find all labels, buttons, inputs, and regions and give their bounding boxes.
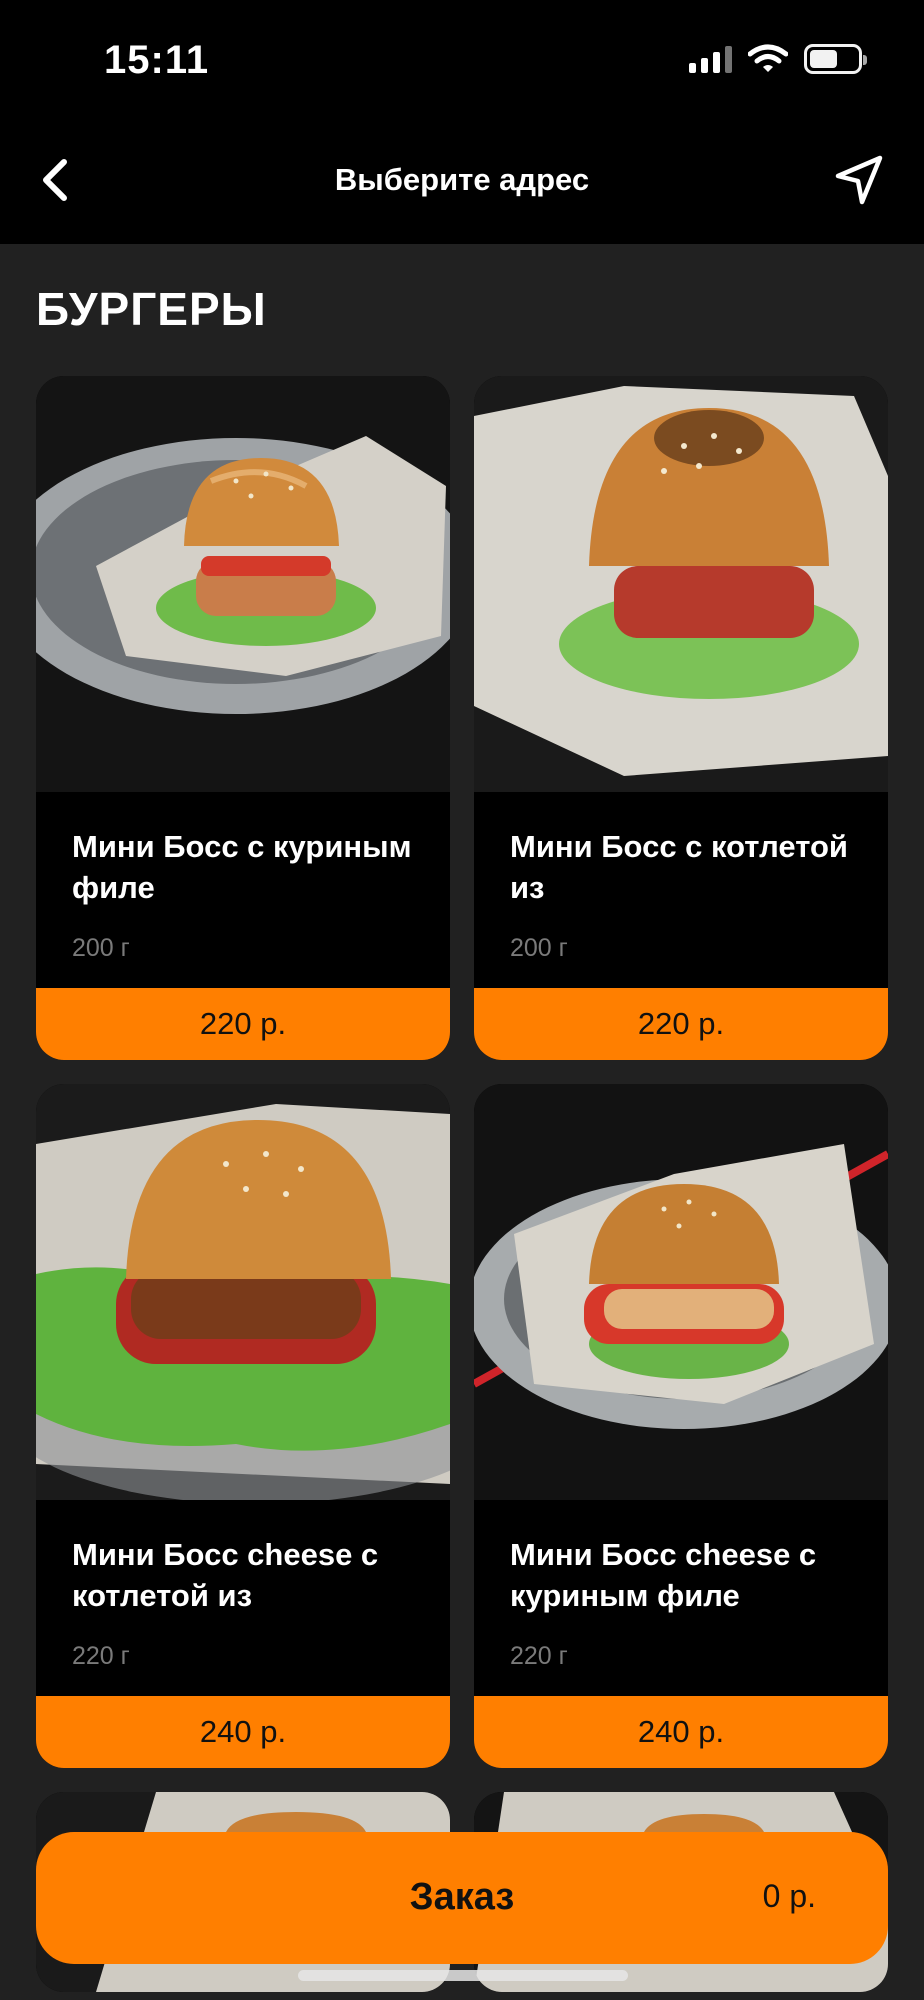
product-info: Мини Босс cheese с куриным филе 220 г	[474, 1500, 888, 1696]
product-price-button[interactable]: 220 р.	[474, 988, 888, 1060]
product-info: Мини Босс с куриным филе 200 г	[36, 792, 450, 988]
battery-icon	[804, 44, 867, 74]
product-card[interactable]: Мини Босс с куриным филе 200 г 220 р.	[36, 376, 450, 1060]
home-indicator	[298, 1970, 628, 1981]
location-arrow-icon[interactable]	[830, 150, 890, 210]
product-price-button[interactable]: 240 р.	[474, 1696, 888, 1768]
product-info: Мини Босс с котлетой из 200 г	[474, 792, 888, 988]
product-name: Мини Босс с куриным филе	[72, 829, 412, 905]
product-weight: 220 г	[72, 1642, 130, 1670]
order-label: Заказ	[409, 1876, 515, 1918]
category-title: БУРГЕРЫ	[36, 283, 267, 335]
product-price-button[interactable]: 240 р.	[36, 1696, 450, 1768]
product-photo	[36, 1084, 450, 1500]
product-weight: 220 г	[510, 1642, 568, 1670]
product-price-button[interactable]: 220 р.	[36, 988, 450, 1060]
product-photo	[474, 376, 888, 792]
product-photo	[36, 376, 450, 792]
product-weight: 200 г	[510, 934, 568, 962]
product-name: Мини Босс с котлетой из	[510, 829, 848, 905]
order-total: 0 р.	[762, 1878, 816, 1914]
status-icons	[689, 44, 867, 74]
product-card[interactable]: Мини Босс cheese с куриным филе 220 г 24…	[474, 1084, 888, 1768]
product-card[interactable]: Мини Босс с котлетой из 200 г 220 р.	[474, 376, 888, 1060]
product-info: Мини Босс cheese с котлетой из 220 г	[36, 1500, 450, 1696]
status-time: 15:11	[104, 38, 210, 82]
product-name: Мини Босс cheese с котлетой из	[72, 1537, 379, 1613]
status-bar: 15:11	[0, 0, 924, 120]
product-photo	[474, 1084, 888, 1500]
address-selector[interactable]: Выберите адрес	[0, 162, 924, 198]
cellular-signal-icon	[689, 45, 732, 73]
product-name: Мини Босс cheese с куриным филе	[510, 1537, 817, 1613]
order-button[interactable]: Заказ 0 р.	[36, 1832, 888, 1964]
product-card[interactable]: Мини Босс cheese с котлетой из 220 г 240…	[36, 1084, 450, 1768]
top-navigation-bar: Выберите адрес	[0, 120, 924, 244]
product-weight: 200 г	[72, 934, 130, 962]
wifi-icon	[748, 44, 788, 72]
